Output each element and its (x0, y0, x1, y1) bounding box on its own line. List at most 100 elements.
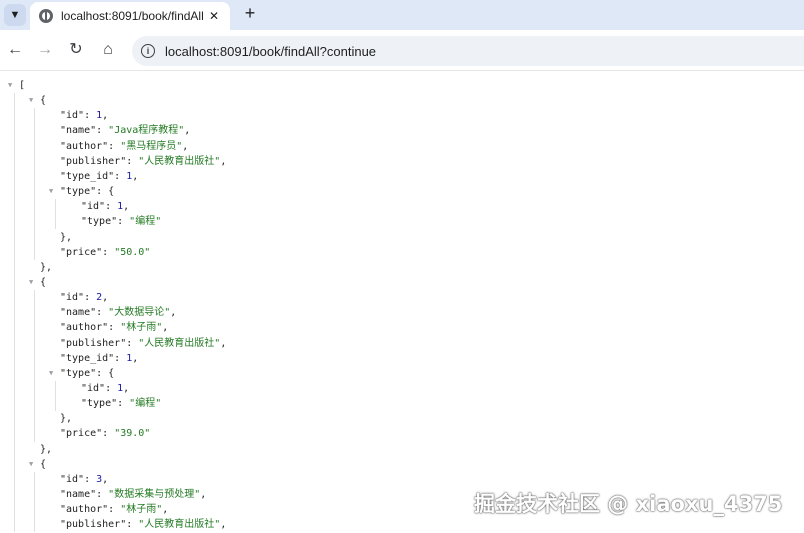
json-key: "name": (60, 489, 109, 501)
json-key: "publisher": (60, 155, 139, 167)
address-bar[interactable]: i localhost:8091/book/findAll?continue (132, 36, 804, 66)
json-object-close: }, (40, 442, 52, 457)
json-key: "type_id": (60, 352, 127, 364)
json-value: "林子雨" (120, 322, 163, 334)
collapse-toggle-icon[interactable]: ▼ (29, 275, 33, 290)
json-value: "39.0" (114, 428, 151, 440)
json-key: "id": (60, 292, 97, 304)
tab-strip: ▼ localhost:8091/book/findAll? ✕ + (0, 0, 804, 30)
json-key: "id": (60, 473, 97, 485)
json-key: "name": (60, 125, 109, 137)
json-key: "name": (60, 307, 109, 319)
indent-guide (55, 199, 56, 230)
arrow-right-icon: → (37, 41, 53, 58)
json-key: "author": (60, 322, 121, 334)
json-value: "Java程序教程" (108, 125, 185, 137)
json-key: "publisher": (60, 519, 139, 531)
json-field-author: "author": "林子雨", (60, 502, 168, 517)
json-field-publisher: "publisher": "人民教育出版社", (60, 336, 226, 351)
json-key: "type_id": (60, 170, 127, 182)
json-field-publisher: "publisher": "人民教育出版社", (60, 517, 226, 532)
browser-toolbar: ← → ↻ ⌂ i localhost:8091/book/findAll?co… (0, 30, 804, 71)
collapse-toggle-icon[interactable]: ▼ (49, 366, 53, 381)
json-punctuation: }, (40, 443, 53, 455)
json-key: "type": (60, 367, 109, 379)
json-key: "type": (81, 216, 130, 228)
info-icon[interactable]: i (141, 44, 155, 58)
new-tab-button[interactable]: + (240, 3, 260, 24)
indent-guide (55, 381, 56, 412)
json-object-close: }, (40, 260, 52, 275)
reload-button[interactable]: ↻ (66, 39, 86, 61)
globe-icon (39, 9, 53, 23)
json-punctuation: , (220, 155, 227, 167)
json-value: "编程" (129, 216, 162, 228)
json-punctuation: , (170, 307, 177, 319)
json-field-id: "id": 2, (60, 290, 108, 305)
json-key: "price": (60, 428, 115, 440)
json-key: "publisher": (60, 337, 139, 349)
json-key: "type": (60, 186, 109, 198)
collapse-toggle-icon[interactable]: ▼ (8, 78, 12, 93)
json-punctuation: , (220, 519, 227, 531)
json-object-open: { (40, 93, 46, 108)
json-punctuation: , (220, 337, 227, 349)
json-field-type: "type": { (60, 366, 114, 381)
json-punctuation: , (132, 170, 139, 182)
home-icon: ⌂ (103, 41, 113, 58)
json-punctuation: , (102, 473, 109, 485)
indent-guide (34, 108, 35, 260)
json-field-publisher: "publisher": "人民教育出版社", (60, 154, 226, 169)
close-icon[interactable]: ✕ (209, 9, 219, 23)
json-key: "id": (81, 201, 118, 213)
json-key: "type": (81, 398, 130, 410)
json-value: "人民教育出版社" (138, 155, 221, 167)
json-punctuation: { (40, 276, 47, 288)
json-field-type-id-inner: "id": 1, (81, 381, 129, 396)
json-object-open: { (40, 275, 46, 290)
active-tab[interactable]: localhost:8091/book/findAll? ✕ (30, 2, 230, 30)
json-field-name: "name": "大数据导论", (60, 305, 176, 320)
json-field-id: "id": 1, (60, 108, 108, 123)
json-punctuation: , (184, 125, 191, 137)
collapse-toggle-icon[interactable]: ▼ (49, 184, 53, 199)
json-value: "50.0" (114, 246, 151, 258)
json-punctuation: { (108, 367, 115, 379)
tab-search-button[interactable]: ▼ (4, 4, 26, 26)
json-value: "大数据导论" (108, 307, 171, 319)
url-text: localhost:8091/book/findAll?continue (165, 43, 377, 59)
json-field-type-id: "type_id": 1, (60, 169, 138, 184)
json-punctuation: { (40, 95, 47, 107)
chevron-down-icon: ▼ (9, 9, 21, 21)
json-field-author: "author": "林子雨", (60, 320, 168, 335)
back-button[interactable]: ← (5, 39, 25, 61)
indent-guide (14, 93, 15, 533)
json-object-open: { (40, 457, 46, 472)
json-punctuation: , (162, 322, 169, 334)
json-value: "数据采集与预处理" (108, 489, 201, 501)
json-value: "编程" (129, 398, 162, 410)
reload-icon: ↻ (69, 41, 83, 58)
collapse-toggle-icon[interactable]: ▼ (29, 93, 33, 108)
json-punctuation: , (102, 110, 109, 122)
json-key: "price": (60, 246, 115, 258)
json-punctuation: , (162, 504, 169, 516)
json-field-price: "price": "50.0" (60, 245, 150, 260)
collapse-toggle-icon[interactable]: ▼ (29, 457, 33, 472)
json-field-type-name: "type": "编程" (81, 396, 161, 411)
json-key: "author": (60, 140, 121, 152)
json-array-open: [ (19, 78, 25, 93)
home-button[interactable]: ⌂ (98, 39, 118, 61)
json-punctuation: { (40, 458, 47, 470)
json-field-id: "id": 3, (60, 472, 108, 487)
json-punctuation: }, (60, 231, 73, 243)
indent-guide (34, 471, 35, 533)
forward-button[interactable]: → (35, 39, 55, 61)
json-punctuation: , (102, 292, 109, 304)
json-value: "人民教育出版社" (138, 337, 221, 349)
json-punctuation: { (108, 186, 115, 198)
json-punctuation: }, (40, 261, 53, 273)
tab-title: localhost:8091/book/findAll? (61, 9, 203, 23)
json-punctuation: , (123, 201, 130, 213)
json-object-close: }, (60, 230, 72, 245)
